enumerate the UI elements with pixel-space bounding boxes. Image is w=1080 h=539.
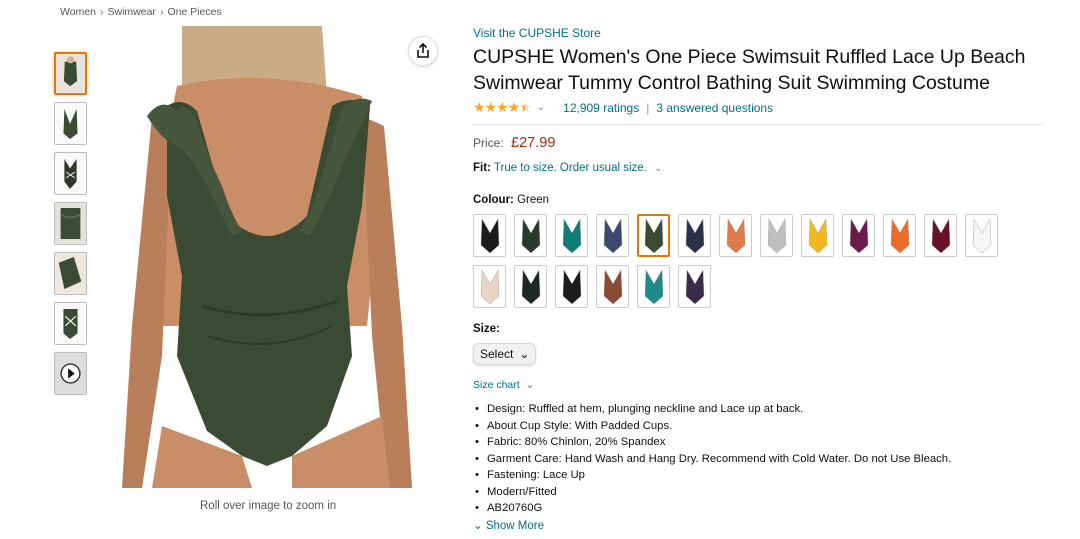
rating-row: ★★★★★ ⌄ 12,909 ratings | 3 answered ques… [473, 99, 1043, 125]
zoom-hint: Roll over image to zoom in [200, 500, 337, 512]
share-icon [417, 43, 429, 58]
swimsuit-icon [644, 268, 663, 304]
thumbnail-strip [54, 52, 88, 402]
ratings-count-link[interactable]: 12,909 ratings [563, 101, 639, 115]
chevron-down-icon[interactable]: ⌄ [537, 102, 545, 113]
colour-swatch[interactable] [596, 214, 629, 257]
swimsuit-icon [890, 217, 909, 253]
thumbnail-6[interactable] [54, 302, 87, 345]
feature-bullet: Modern/Fitted [473, 484, 1053, 501]
colour-row: Colour: Green [473, 194, 1053, 206]
price-label: Price: [473, 136, 504, 150]
swimsuit-icon [521, 217, 540, 253]
colour-swatch[interactable] [678, 214, 711, 257]
colour-label: Colour: [473, 194, 514, 206]
feature-bullet: Garment Care: Hand Wash and Hang Dry. Re… [473, 451, 1053, 468]
star-rating[interactable]: ★★★★★ [473, 99, 532, 116]
price-row: Price: £27.99 [473, 135, 1053, 151]
breadcrumb-separator: › [159, 6, 164, 18]
store-link[interactable]: Visit the CUPSHE Store [473, 26, 1053, 40]
colour-swatch[interactable] [473, 214, 506, 257]
swimsuit-icon [562, 268, 581, 304]
swimsuit-icon [603, 217, 622, 253]
feature-bullet: About Cup Style: With Padded Cups. [473, 418, 1053, 435]
feature-bullets: Design: Ruffled at hem, plunging necklin… [473, 401, 1053, 517]
colour-swatch[interactable] [842, 214, 875, 257]
swimsuit-icon [726, 217, 745, 253]
thumbnail-1[interactable] [54, 52, 87, 95]
colour-swatch[interactable] [596, 265, 629, 308]
swimsuit-icon [685, 217, 704, 253]
colour-value: Green [517, 194, 550, 206]
size-chart-label: Size chart [473, 379, 520, 391]
fit-label: Fit: [473, 162, 491, 174]
chevron-down-icon: ⌄ [473, 519, 483, 532]
swimsuit-icon [521, 268, 540, 304]
play-icon [55, 353, 86, 394]
swimsuit-icon [480, 268, 499, 304]
colour-swatch[interactable] [637, 214, 670, 257]
colour-swatch[interactable] [555, 265, 588, 308]
breadcrumb-swimwear[interactable]: Swimwear [108, 6, 156, 18]
swimsuit-icon [562, 217, 581, 253]
thumbnail-4[interactable] [54, 202, 87, 245]
colour-swatch[interactable] [637, 265, 670, 308]
colour-swatch[interactable] [883, 214, 916, 257]
price-value: £27.99 [511, 135, 556, 151]
swimsuit-icon [972, 217, 991, 253]
fit-link[interactable]: True to size. Order usual size. [494, 162, 647, 174]
swimsuit-icon [685, 268, 704, 304]
swimsuit-icon [808, 217, 827, 253]
show-more-label: Show More [485, 519, 545, 532]
chevron-down-icon: ⌄ [519, 347, 530, 361]
colour-swatch[interactable] [514, 265, 547, 308]
swimsuit-icon [931, 217, 950, 253]
colour-swatch[interactable] [965, 214, 998, 257]
colour-swatch[interactable] [760, 214, 793, 257]
swimsuit-icon [644, 217, 663, 253]
thumbnail-video[interactable] [54, 352, 87, 395]
colour-swatch[interactable] [555, 214, 588, 257]
colour-swatch[interactable] [473, 265, 506, 308]
thumbnail-2[interactable] [54, 102, 87, 145]
fit-row: Fit: True to size. Order usual size. ⌄ [473, 162, 1053, 174]
swimsuit-icon [480, 217, 499, 253]
feature-bullet: Design: Ruffled at hem, plunging necklin… [473, 401, 1053, 418]
chevron-down-icon[interactable]: ⌄ [654, 163, 662, 174]
size-select[interactable]: Select ⌄ [473, 343, 537, 365]
feature-bullet: Fabric: 80% Chinlon, 20% Spandex [473, 434, 1053, 451]
breadcrumb-women[interactable]: Women [60, 6, 96, 18]
colour-swatch[interactable] [678, 265, 711, 308]
main-product-image[interactable] [122, 26, 412, 488]
thumbnail-3[interactable] [54, 152, 87, 195]
colour-swatch[interactable] [514, 214, 547, 257]
swimsuit-icon [849, 217, 868, 253]
colour-swatch[interactable] [801, 214, 834, 257]
breadcrumb-separator: › [100, 6, 104, 18]
feature-bullet: AB20760G [473, 500, 1053, 517]
size-label: Size: [473, 323, 500, 335]
share-button[interactable] [408, 36, 438, 66]
size-chart-link[interactable]: Size chart ⌄ [473, 379, 1053, 391]
product-details: Visit the CUPSHE Store CUPSHE Women's On… [473, 26, 1053, 532]
feature-bullet: Fastening: Lace Up [473, 467, 1053, 484]
size-select-value: Select [480, 347, 514, 361]
colour-swatch[interactable] [719, 214, 752, 257]
chevron-down-icon: ⌄ [525, 379, 535, 391]
swimsuit-icon [767, 217, 786, 253]
product-title: CUPSHE Women's One Piece Swimsuit Ruffle… [473, 46, 1026, 94]
divider: | [646, 100, 650, 115]
colour-swatches [473, 214, 1013, 308]
swimsuit-icon [603, 268, 622, 304]
breadcrumb: Women › Swimwear › One Pieces [60, 6, 222, 18]
colour-swatch[interactable] [924, 214, 957, 257]
thumbnail-5[interactable] [54, 252, 87, 295]
show-more-link[interactable]: ⌄ Show More [473, 518, 1053, 532]
breadcrumb-one-pieces[interactable]: One Pieces [167, 6, 221, 18]
answered-questions-link[interactable]: 3 answered questions [656, 101, 773, 115]
